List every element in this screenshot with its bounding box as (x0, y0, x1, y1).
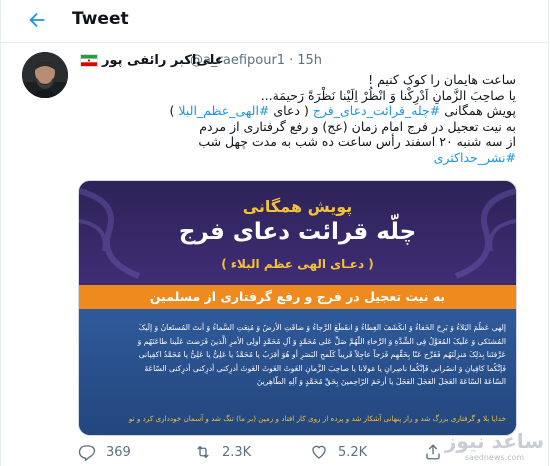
author-name-wrap: علی‌اکبر رائفی پور (80, 53, 224, 68)
author-name[interactable]: علی‌اکبر رائفی پور (102, 53, 224, 68)
reply-button[interactable]: 369 (78, 440, 131, 464)
media-prayer-name: ( دعـای الهی عظم البلاء ) (221, 257, 374, 271)
back-arrow-icon[interactable] (26, 9, 48, 31)
tweet-media-image[interactable]: پویش همگانی چلّه قرائت دعای فرج ( دعـای … (78, 180, 517, 436)
avatar[interactable] (22, 52, 68, 98)
page-header: Tweet (0, 0, 549, 43)
page-title: Tweet (72, 9, 129, 29)
tweet-line-mid: ( دعای (269, 103, 313, 118)
tweet-time[interactable]: 15h (297, 53, 322, 68)
retweet-icon (197, 445, 209, 459)
tweet-text: ساعت هایمان را کوک کنیم ! یا صاحِبَ الزَ… (76, 72, 516, 165)
hashtag-link[interactable]: #چله_قرائت_دعای_فرج (313, 103, 440, 118)
heart-icon (312, 445, 326, 459)
media-subtitle: پویش همگانی (242, 197, 353, 216)
prayer-line: عَرَّفتَنا بِذلِکَ مَنزِلَتَهُم فَفَرِّج… (138, 350, 506, 359)
frame-border-right (548, 0, 549, 466)
like-button[interactable]: 5.2K (310, 440, 367, 464)
like-count: 5.2K (338, 444, 368, 460)
prayer-line: السّاعَةَ السّاعَةَ العَجَلَ العَجَلَ ال… (256, 377, 506, 386)
media-intent-band: به نیت تعجیل در فرج و رفع گرفتاری از مسل… (79, 285, 516, 309)
hashtag-link[interactable]: #نشر_حداکثری (76, 150, 516, 166)
watermark-url: saednews.com (464, 453, 525, 462)
meta-separator: · (289, 53, 294, 68)
media-translation-line: خدایا بلا و گرفتاری بزرگ شد و راز پنهانی… (128, 414, 506, 423)
avatar-image (22, 52, 68, 98)
tweet-line-hashtags: پویش همگانی #چله_قرائت_دعای_فرج ( دعای #… (76, 103, 516, 119)
tweet-line: به نیت تعجیل در فرج امام زمان (عج) و رفع… (199, 118, 516, 134)
share-icon (426, 444, 440, 460)
watermark-logo: ساعد نیوز saednews.com (445, 429, 544, 462)
tweet-line: ساعت هایمان را کوک کنیم ! (368, 72, 516, 87)
prayer-line: فَإنَّکُما کافِیانِ وَ انصُرانی فَإنَّکُ… (144, 363, 506, 373)
hashtag-link[interactable]: #الهی_عظم_البلا (178, 103, 269, 118)
watermark-logo-text: ساعد نیوز (444, 429, 544, 453)
reply-icon (78, 445, 96, 461)
retweet-count: 2.3K (222, 444, 252, 460)
tweet-line: یا صاحِبَ الزَّمانِ اَدْرِکْنا وَ انْظُر… (260, 87, 516, 103)
tweet-line-prefix: پویش همگانی (440, 103, 516, 118)
frame-border-left (0, 0, 1, 466)
prayer-line: إلهی عَظُمَ البَلاءُ وَ بَرِحَ الخَفاءُ … (138, 323, 506, 332)
reply-count: 369 (106, 444, 131, 460)
tweet-line: از سه شنبه ۲۰ اسفند رأس ساعت ده شب به مد… (198, 134, 516, 149)
media-title: چلّه قرائت دعای فرج (178, 219, 417, 245)
media-prayer-text: إلهی عَظُمَ البَلاءُ وَ بَرِحَ الخَفاءُ … (89, 321, 506, 389)
iran-flag-icon (80, 54, 98, 67)
prayer-line: المُشتَکی وَ عَلَیکَ المُعَوَّلُ فِی الش… (137, 336, 506, 346)
retweet-button[interactable]: 2.3K (194, 440, 251, 464)
